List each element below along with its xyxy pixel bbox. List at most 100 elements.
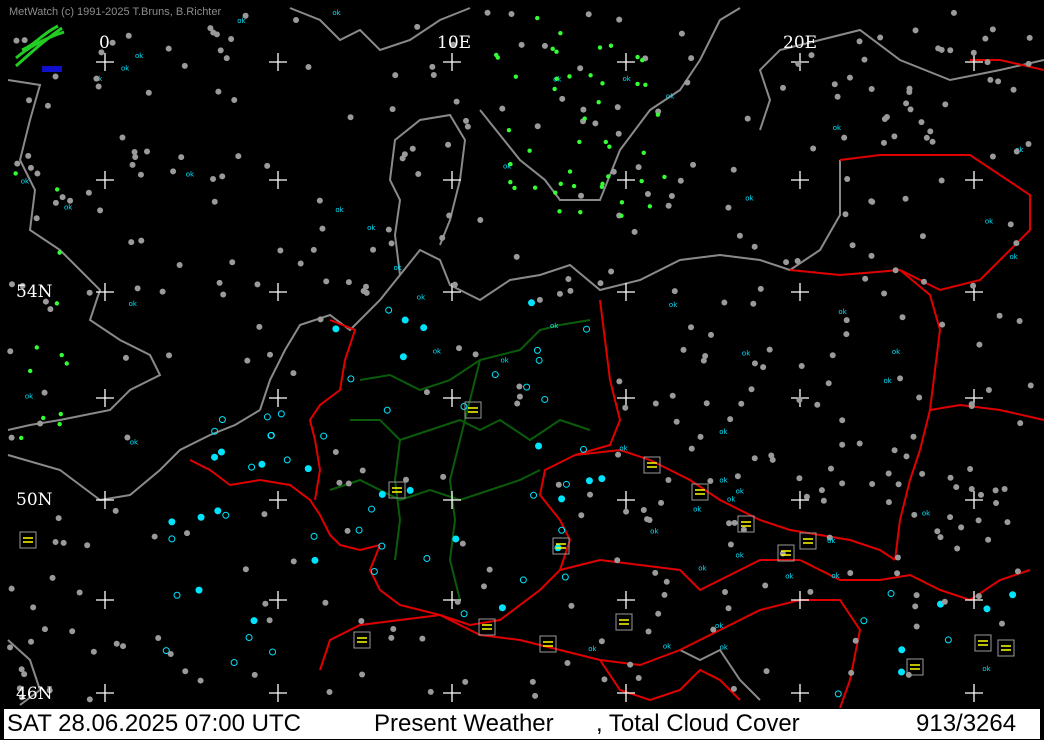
station-overcast-dot xyxy=(165,45,172,52)
station-overcast-dot xyxy=(727,416,734,423)
station-clear-dot xyxy=(887,590,895,598)
station-overcast-dot xyxy=(119,134,126,141)
state-border-central xyxy=(350,418,591,442)
station-overcast-dot xyxy=(322,599,329,606)
station-overcast-dot xyxy=(41,389,48,396)
station-clear-dot xyxy=(320,432,328,440)
grid-cross xyxy=(269,389,287,407)
station-precip-dot xyxy=(571,183,577,189)
station-overcast-dot xyxy=(388,634,395,641)
station-overcast-dot xyxy=(731,519,738,526)
station-overcast-dot xyxy=(658,499,665,506)
weather-map[interactable]: ok ok ok ok ok ok ok ok ok ok ok ok ok ok ok ok ok ok ok ok… xyxy=(0,0,1044,740)
station-overcast-dot xyxy=(989,153,996,160)
station-ok-label: ok xyxy=(1009,253,1018,261)
station-overcast-dot xyxy=(514,400,521,407)
station-overcast-dot xyxy=(414,23,421,30)
station-ok-label: ok xyxy=(892,348,901,356)
station-overcast-dot xyxy=(919,233,926,240)
station-clear-dot xyxy=(197,513,205,521)
station-precip-dot xyxy=(554,49,559,54)
station-precip-dot xyxy=(582,116,587,121)
station-clear-dot xyxy=(368,505,376,513)
station-precip-dot xyxy=(58,411,64,417)
station-clear-dot xyxy=(168,518,176,526)
station-overcast-dot xyxy=(725,204,732,211)
station-overcast-dot xyxy=(987,76,994,83)
station-overcast-dot xyxy=(614,104,621,111)
station-ok-label: ok xyxy=(619,445,628,453)
station-ok-label: ok xyxy=(693,506,702,514)
station-ok-label: ok xyxy=(25,392,34,400)
station-overcast-dot xyxy=(52,73,59,80)
station-overcast-dot xyxy=(60,539,67,546)
station-overcast-dot xyxy=(137,171,144,178)
station-overcast-dot xyxy=(484,9,491,16)
station-clear-dot xyxy=(558,526,566,534)
station-overcast-dot xyxy=(37,420,44,427)
station-overcast-dot xyxy=(211,198,218,205)
station-ok-label: ok xyxy=(698,564,707,572)
station-overcast-dot xyxy=(843,317,850,324)
grid-cross xyxy=(269,283,287,301)
grid-cross xyxy=(96,591,114,609)
station-overcast-dot xyxy=(565,275,572,282)
status-layer-present-weather: Present Weather xyxy=(374,710,554,737)
station-ok-label: ok xyxy=(650,527,659,535)
station-overcast-dot xyxy=(7,644,14,651)
station-clear-dot xyxy=(420,324,428,332)
station-precip-dot xyxy=(641,150,646,156)
station-overcast-dot xyxy=(937,534,944,541)
grid-cross xyxy=(617,389,635,407)
station-weather-box xyxy=(997,639,1015,657)
station-precip-dot xyxy=(635,81,640,87)
station-overcast-dot xyxy=(145,89,152,96)
station-precip-dot xyxy=(597,45,603,50)
station-clear-dot xyxy=(558,495,566,503)
station-overcast-dot xyxy=(891,447,898,454)
station-overcast-dot xyxy=(668,193,675,200)
station-overcast-dot xyxy=(138,237,145,244)
station-overcast-dot xyxy=(26,97,33,104)
grid-cross xyxy=(617,53,635,71)
station-overcast-dot xyxy=(843,331,850,338)
station-overcast-dot xyxy=(839,441,846,448)
border-hungary xyxy=(719,599,862,709)
station-overcast-dot xyxy=(229,259,236,266)
station-overcast-dot xyxy=(947,47,954,54)
station-precip-dot xyxy=(535,15,540,21)
station-overcast-dot xyxy=(316,197,323,204)
map-canvas[interactable]: ok ok ok ok ok ok ok ok ok ok ok ok ok ok ok ok ok ok ok ok… xyxy=(0,0,1044,740)
station-overcast-dot xyxy=(738,400,745,407)
station-ok-label: ok xyxy=(838,308,847,316)
station-overcast-dot xyxy=(49,574,56,581)
station-clear-dot xyxy=(218,416,226,424)
station-overcast-dot xyxy=(336,479,343,486)
station-overcast-dot xyxy=(254,281,261,288)
station-overcast-dot xyxy=(763,668,770,675)
border-slovenia-croatia xyxy=(599,659,741,702)
station-precip-dot xyxy=(619,200,625,205)
station-overcast-dot xyxy=(587,491,594,498)
coastline-britain xyxy=(7,79,162,431)
station-precip-dot xyxy=(647,204,653,209)
status-layer-cloud-cover: , Total Cloud Cover xyxy=(596,710,800,737)
station-overcast-dot xyxy=(223,55,230,62)
station-overcast-dot xyxy=(326,688,333,695)
station-overcast-dot xyxy=(985,536,992,543)
station-overcast-dot xyxy=(757,285,764,292)
station-clear-dot xyxy=(245,633,253,641)
station-ok-label: ok xyxy=(736,488,745,496)
station-overcast-dot xyxy=(929,138,936,145)
station-overcast-dot xyxy=(616,378,623,385)
station-precip-dot xyxy=(13,171,18,176)
station-overcast-dot xyxy=(616,16,623,23)
station-clear-dot xyxy=(211,453,219,461)
station-overcast-dot xyxy=(885,470,892,477)
station-clear-dot xyxy=(535,442,543,450)
station-overcast-dot xyxy=(385,226,392,233)
station-overcast-dot xyxy=(970,49,977,56)
weather-box-frame xyxy=(353,631,371,649)
station-ok-label: ok xyxy=(237,17,246,25)
station-precip-dot xyxy=(550,46,555,52)
